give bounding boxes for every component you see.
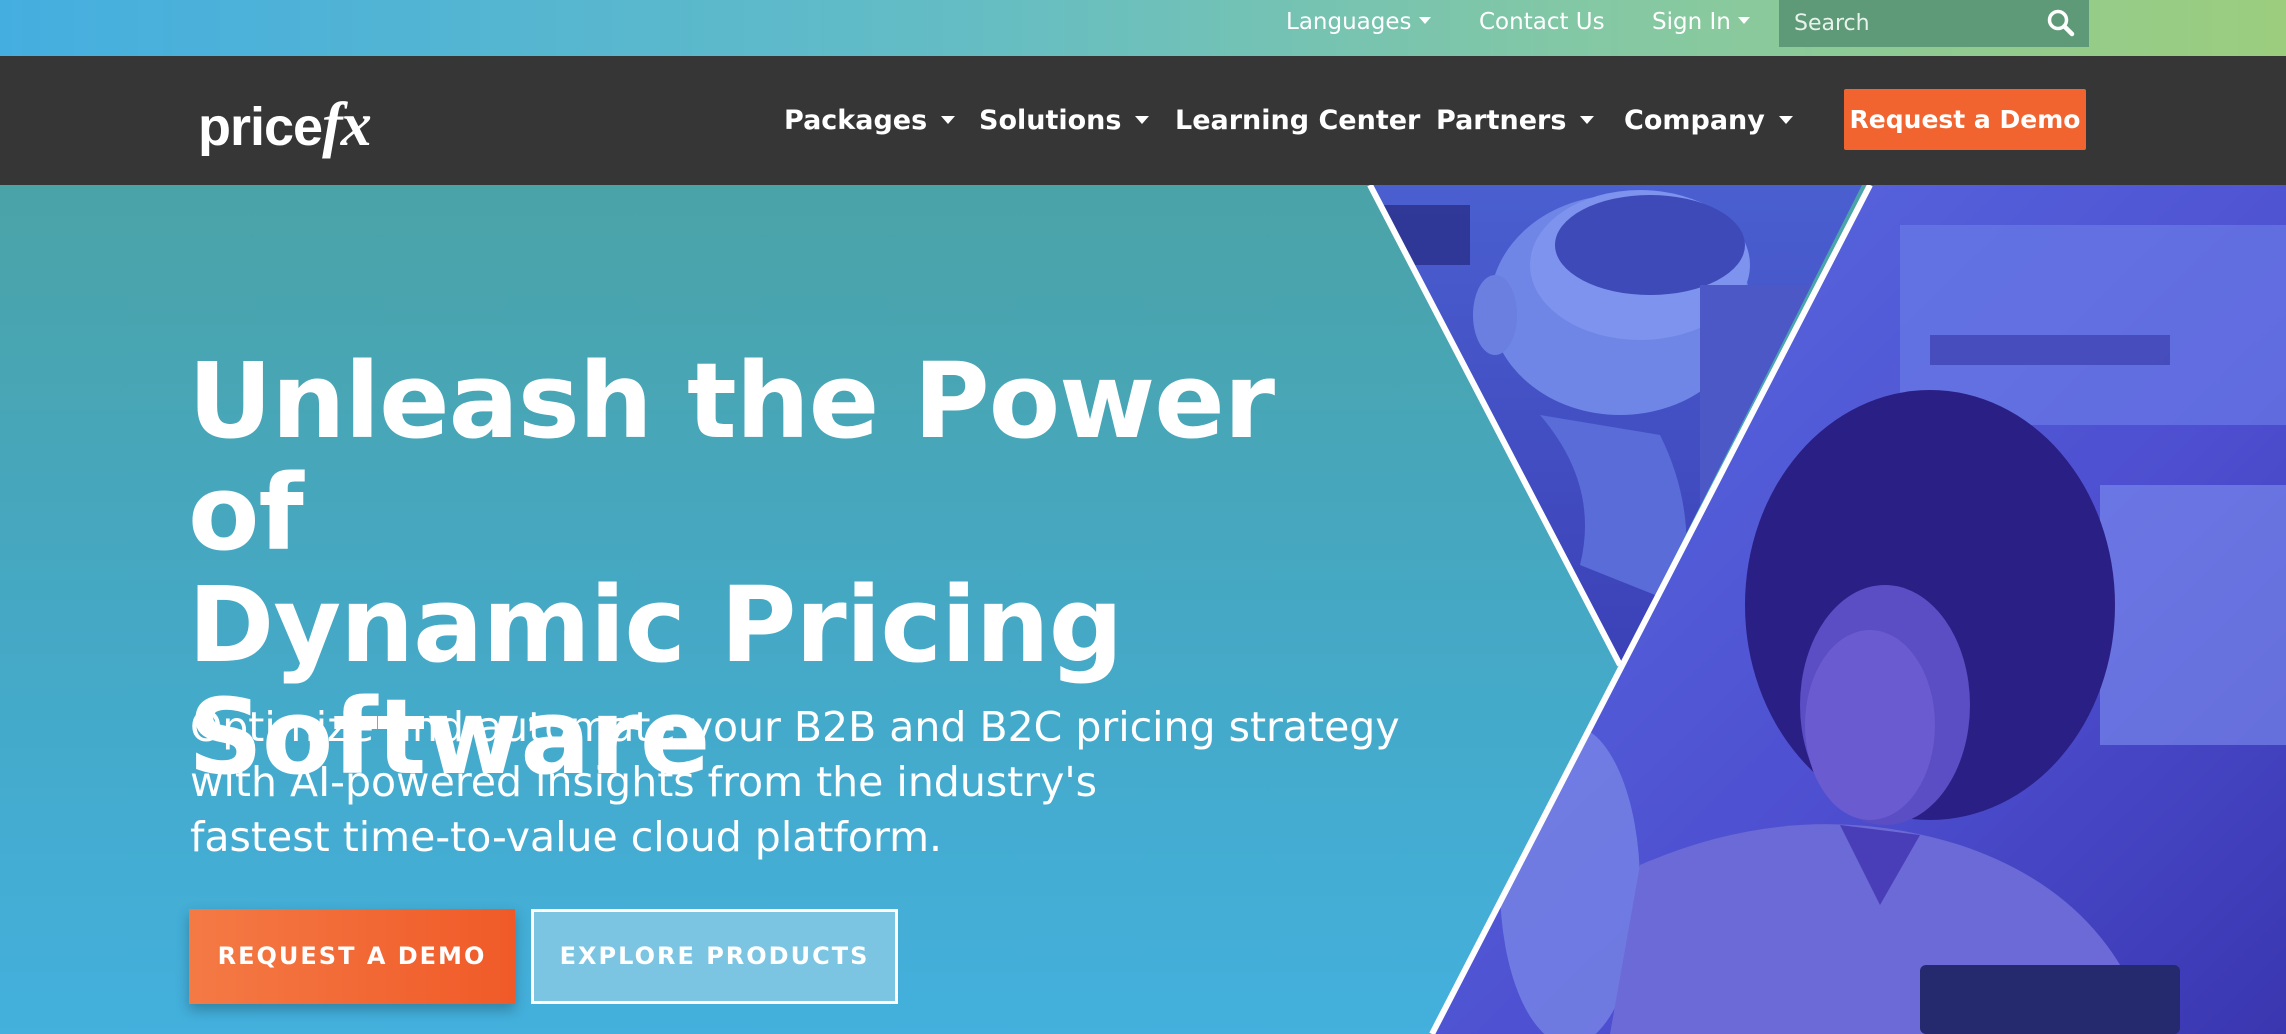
- nav-item-label: Learning Center: [1175, 105, 1421, 136]
- request-demo-button[interactable]: REQUEST A DEMO: [189, 909, 515, 1004]
- languages-dropdown[interactable]: Languages: [1286, 0, 1431, 44]
- chevron-down-icon: [1135, 115, 1150, 124]
- main-nav: pricefx Packages Solutions Learning Cent…: [0, 56, 2286, 185]
- chevron-down-icon: [1580, 115, 1595, 124]
- logo-text-fx: fx: [322, 91, 372, 159]
- hero-subtitle-line: with AI-powered insights from the indust…: [190, 758, 1098, 806]
- hero-subtitle: Optimize and automate your B2B and B2C p…: [190, 700, 1420, 865]
- chevron-down-icon: [941, 115, 956, 124]
- nav-item-label: Packages: [784, 105, 928, 136]
- nav-item-solutions[interactable]: Solutions: [979, 56, 1150, 185]
- hero-subtitle-line: fastest time-to-value cloud platform.: [190, 813, 943, 861]
- search-input[interactable]: [1779, 0, 2029, 47]
- nav-item-company[interactable]: Company: [1624, 56, 1793, 185]
- nav-request-demo-button[interactable]: Request a Demo: [1844, 89, 2086, 150]
- hero-subtitle-line: Optimize and automate your B2B and B2C p…: [190, 703, 1400, 751]
- sign-in-label: Sign In: [1652, 9, 1731, 35]
- hero-title-line: Dynamic Pricing: [188, 564, 1123, 686]
- contact-us-label: Contact Us: [1479, 9, 1605, 35]
- explore-products-button[interactable]: EXPLORE PRODUCTS: [531, 909, 898, 1004]
- nav-item-label: Partners: [1436, 105, 1567, 136]
- sign-in-dropdown[interactable]: Sign In: [1652, 0, 1750, 44]
- search-box: [1779, 0, 2089, 47]
- chevron-down-icon: [1418, 17, 1431, 24]
- languages-label: Languages: [1286, 9, 1412, 35]
- nav-item-learning-center[interactable]: Learning Center: [1175, 56, 1420, 185]
- nav-item-label: Solutions: [979, 105, 1122, 136]
- utility-bar: Languages Contact Us Sign In: [0, 0, 2286, 56]
- hero-title-line: Unleash the Power of: [188, 340, 1275, 574]
- search-icon[interactable]: [2046, 8, 2076, 38]
- logo-text-price: price: [198, 97, 323, 157]
- hero-section: Unleash the Power of Dynamic Pricing Sof…: [0, 185, 2286, 1034]
- contact-us-link[interactable]: Contact Us: [1479, 0, 1605, 44]
- nav-item-packages[interactable]: Packages: [784, 56, 956, 185]
- pricefx-logo[interactable]: pricefx: [198, 90, 372, 159]
- chevron-down-icon: [1778, 115, 1793, 124]
- nav-item-partners[interactable]: Partners: [1436, 56, 1595, 185]
- nav-item-label: Company: [1624, 105, 1765, 136]
- chevron-down-icon: [1737, 17, 1750, 24]
